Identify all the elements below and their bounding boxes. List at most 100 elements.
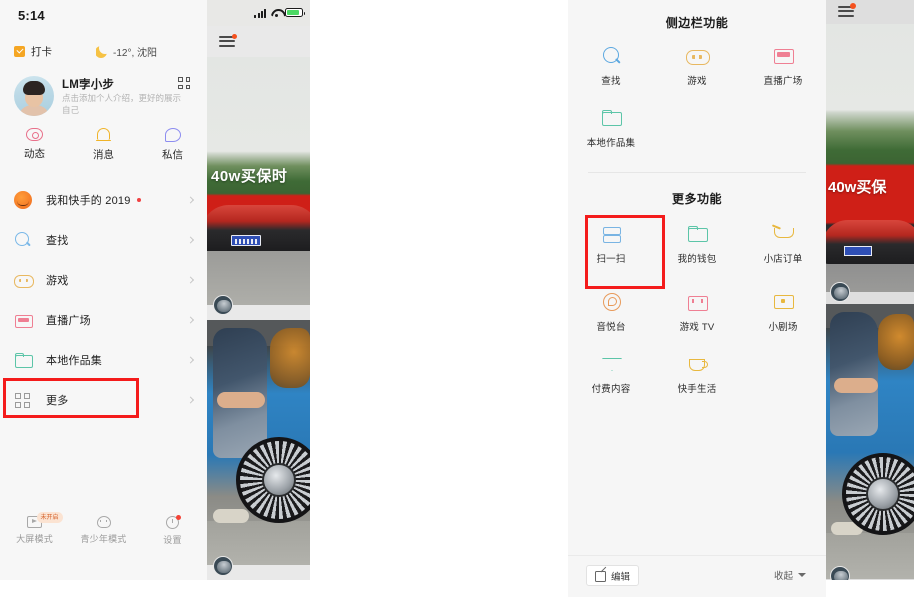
gear-icon xyxy=(166,515,181,529)
grid-item-label: 快手生活 xyxy=(677,384,717,395)
bottom-item-teenmode[interactable]: 青少年模式 xyxy=(69,516,138,562)
notification-dot xyxy=(176,515,181,520)
post-author-avatar[interactable] xyxy=(830,282,850,302)
bell-icon xyxy=(96,128,111,142)
grid-item-game[interactable]: 游戏 xyxy=(654,38,740,100)
grid-item-paid-content[interactable]: 付费内容 xyxy=(568,340,654,402)
live-tv-icon xyxy=(772,46,794,66)
folder-icon xyxy=(14,351,33,369)
notification-dot xyxy=(850,3,856,9)
sidebar-item-label: 本地作品集 xyxy=(46,355,102,367)
chevron-right-icon xyxy=(186,356,195,364)
sidebar-item-search[interactable]: 查找 xyxy=(0,220,207,260)
feed-post-car-photo[interactable]: 40w买保 xyxy=(826,24,914,292)
grid-item-label: 直播广场 xyxy=(763,76,803,87)
weather-widget[interactable]: -12°, 沈阳 xyxy=(96,44,157,59)
feed-post-car-photo[interactable]: 40w买保时 xyxy=(207,57,310,305)
action-label: 消息 xyxy=(93,149,114,161)
profile-username: LM孛小步 xyxy=(62,79,115,91)
sidebar-item-label: 查找 xyxy=(46,235,69,247)
sidebar-item-2019[interactable]: 我和快手的 2019 xyxy=(0,180,207,220)
eye-icon xyxy=(26,128,43,141)
chevron-right-icon xyxy=(186,316,195,324)
action-xiaoxi[interactable]: 消息 xyxy=(69,128,138,172)
grid-item-local[interactable]: 本地作品集 xyxy=(568,100,654,162)
license-plate xyxy=(844,246,872,256)
grid-item-game-tv[interactable]: 游戏 TV xyxy=(654,278,740,340)
cellular-signal-icon xyxy=(254,9,266,18)
grid-item-shop-orders[interactable]: 小店订单 xyxy=(740,216,826,278)
grid-item-scan[interactable]: 扫一扫 xyxy=(568,216,654,278)
chevron-right-icon xyxy=(186,236,195,244)
feed-post-wheel-photo[interactable] xyxy=(207,320,310,565)
grid-item-music[interactable]: 音悦台 xyxy=(568,278,654,340)
scan-icon xyxy=(600,224,622,244)
game-controller-icon xyxy=(686,46,710,66)
avatar[interactable] xyxy=(14,76,54,116)
battery-icon xyxy=(285,8,305,17)
sidebar-item-label: 直播广场 xyxy=(46,315,91,327)
feed-post-wheel-photo[interactable] xyxy=(826,304,914,579)
search-icon xyxy=(14,231,32,249)
grid-item-kuaishou-life[interactable]: 快手生活 xyxy=(654,340,740,402)
bottom-item-settings[interactable]: 设置 xyxy=(138,515,207,562)
post-caption: 40w买保 xyxy=(828,179,887,196)
left-strip-status-bar xyxy=(207,0,310,26)
caret-down-icon xyxy=(798,573,806,577)
post-author-avatar[interactable] xyxy=(213,556,233,576)
grid-item-label: 付费内容 xyxy=(591,384,631,395)
action-sixin[interactable]: 私信 xyxy=(138,128,207,172)
left-feed-strip: 40w买保时 xyxy=(207,0,310,580)
theater-screen-icon xyxy=(772,292,794,312)
punch-in-label: 打卡 xyxy=(31,46,52,58)
right-feed-strip: 40w买保 xyxy=(826,0,914,580)
collapse-button[interactable]: 收起 xyxy=(774,568,806,582)
section-title-sidebar-functions: 侧边栏功能 xyxy=(665,16,729,30)
sidebar-item-local[interactable]: 本地作品集 xyxy=(0,340,207,380)
post-author-avatar[interactable] xyxy=(213,295,233,315)
sidebar-item-more[interactable]: 更多 xyxy=(0,380,207,420)
grid-item-theater[interactable]: 小剧场 xyxy=(740,278,826,340)
sidebar-menu-list: 我和快手的 2019 查找 游戏 直播广场 本地作品集 更多 xyxy=(0,180,207,420)
wifi-icon xyxy=(271,8,282,18)
sidebar-item-label: 更多 xyxy=(46,395,69,407)
live-tv-icon xyxy=(14,311,33,329)
grid-item-label: 游戏 TV xyxy=(679,322,715,333)
edit-button[interactable]: 编辑 xyxy=(586,565,640,586)
post-author-avatar[interactable] xyxy=(830,566,850,580)
weather-label: -12°, 沈阳 xyxy=(113,48,158,59)
grid-item-live[interactable]: 直播广场 xyxy=(740,38,826,100)
grid-item-label: 扫一扫 xyxy=(596,254,626,265)
left-sidebar-drawer: 5:14 打卡 -12°, 沈阳 LM孛小步 点击添加个人介绍，更好的展示自己 … xyxy=(0,0,207,580)
more-functions-grid: 扫一扫 我的钱包 小店订单 音悦台 游戏 TV 小剧场 付费内容 快手生活 xyxy=(568,216,826,402)
bottom-item-bigscreen[interactable]: 未开启 大屏模式 xyxy=(0,512,69,562)
diamond-icon xyxy=(600,354,622,374)
sidebar-item-label: 我和快手的 2019 xyxy=(46,195,131,207)
game-controller-icon xyxy=(14,271,34,289)
sidebar-item-label: 游戏 xyxy=(46,275,69,287)
hamburger-menu-icon[interactable] xyxy=(838,3,856,17)
sidebar-item-game[interactable]: 游戏 xyxy=(0,260,207,300)
profile-bio[interactable]: 点击添加个人介绍，更好的展示自己 xyxy=(62,92,182,117)
panel-bottom-bar: 编辑 收起 xyxy=(568,555,826,597)
chat-bubble-icon xyxy=(164,128,181,142)
grid-item-wallet[interactable]: 我的钱包 xyxy=(654,216,740,278)
punch-in-button[interactable]: 打卡 xyxy=(14,44,52,59)
music-icon xyxy=(600,292,622,312)
search-icon xyxy=(600,46,622,66)
bottom-item-label: 青少年模式 xyxy=(80,534,127,544)
status-bar-clock: 5:14 xyxy=(18,8,45,23)
folder-icon xyxy=(600,108,622,128)
grid-item-label: 小剧场 xyxy=(768,322,798,333)
grid-item-search[interactable]: 查找 xyxy=(568,38,654,100)
action-dongtai[interactable]: 动态 xyxy=(0,128,69,172)
hamburger-menu-icon[interactable] xyxy=(219,34,237,47)
profile-card[interactable]: LM孛小步 点击添加个人介绍，更好的展示自己 xyxy=(0,72,207,124)
grid-item-label: 本地作品集 xyxy=(586,138,636,149)
notification-dot xyxy=(232,34,237,39)
qr-code-icon[interactable] xyxy=(178,77,190,89)
new-dot xyxy=(136,198,141,202)
shopping-cart-icon xyxy=(772,224,794,244)
grid-item-label: 小店订单 xyxy=(763,254,803,265)
sidebar-item-live[interactable]: 直播广场 xyxy=(0,300,207,340)
